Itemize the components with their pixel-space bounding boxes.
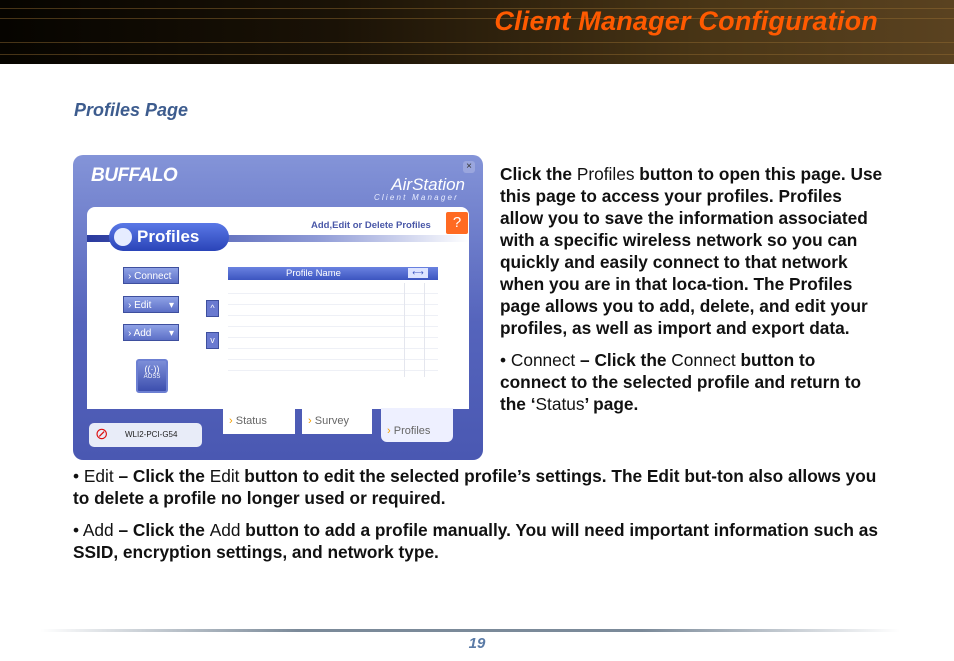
adapter-name: WLI2-PCI-G54: [125, 430, 178, 439]
edit-label: Edit: [134, 300, 152, 311]
bullet-name: Add: [82, 520, 114, 540]
chevron-right-icon: ›: [128, 271, 132, 282]
profile-name-header: Profile Name: [286, 268, 341, 279]
bullet-dash: –: [113, 466, 133, 486]
text-run: Click the: [132, 520, 210, 540]
text-run: Profiles: [576, 164, 635, 184]
chevron-right-icon: ›: [128, 300, 132, 311]
profiles-panel: Profiles Add,Edit or Delete Profiles ? ›…: [87, 207, 469, 409]
bullet-name: Edit: [83, 466, 114, 486]
add-bullet: • Add – Click the Add button to add a pr…: [73, 519, 883, 563]
list-header: Profile Name ⟷: [228, 267, 438, 280]
bullet-marker: •: [73, 520, 83, 540]
move-down-button[interactable]: v: [206, 332, 219, 349]
tab-label: Status: [235, 415, 267, 427]
edit-bullet: • Edit – Click the Edit button to edit t…: [73, 465, 883, 509]
key-icon[interactable]: ⟷: [408, 268, 428, 278]
header-stripe: [0, 54, 954, 55]
airstation-logo: AirStation: [391, 175, 465, 194]
edit-button[interactable]: › Edit ▾: [123, 296, 179, 313]
add-label: Add: [133, 328, 152, 339]
chevron-right-icon: ›: [128, 328, 132, 339]
hint-text: Add,Edit or Delete Profiles: [311, 220, 431, 231]
add-button[interactable]: › Add ▾: [123, 324, 179, 341]
text-run: Click the: [500, 164, 577, 184]
tab-label: Profiles: [393, 425, 431, 437]
bullet-marker: •: [73, 466, 84, 486]
page-title: Client Manager Configuration: [494, 6, 878, 36]
button-name: Add: [209, 520, 241, 540]
tab-label: Survey: [314, 415, 349, 427]
tab-profiles[interactable]: › Profiles: [381, 408, 453, 442]
client-manager-label: Client Manager: [373, 193, 459, 202]
header-bar: Client Manager Configuration: [0, 0, 954, 64]
text-run: Click the: [594, 350, 672, 370]
chevron-right-icon: ›: [229, 415, 233, 427]
header-stripe: [0, 42, 954, 43]
column-divider: [404, 283, 405, 377]
help-button[interactable]: ?: [446, 212, 468, 234]
list-rows[interactable]: [228, 283, 438, 377]
close-icon[interactable]: ×: [463, 161, 475, 173]
bullet-icon: [114, 228, 132, 246]
aoss-button[interactable]: ((·)) AOSS: [136, 359, 168, 393]
profiles-title-pill: Profiles: [109, 223, 229, 251]
connect-bullet: • Connect – Click the Connect button to …: [500, 349, 885, 415]
connect-button[interactable]: › Connect: [123, 267, 179, 284]
adapter-selector[interactable]: ⊘ WLI2-PCI-G54: [89, 423, 202, 447]
edit-add-descriptions: • Edit – Click the Edit button to edit t…: [73, 465, 883, 563]
move-up-button[interactable]: ^: [206, 300, 219, 317]
tab-survey[interactable]: › Survey: [302, 408, 372, 434]
button-name: Edit: [209, 466, 240, 486]
column-divider: [424, 283, 425, 377]
bullet-dash: –: [113, 520, 133, 540]
buffalo-logo: BUFFALO: [91, 165, 178, 186]
bullet-name: Connect: [510, 350, 576, 370]
aoss-label: AOSS: [143, 374, 161, 380]
footer-divider: [40, 629, 900, 632]
profiles-paragraph: Click the Profiles button to open this p…: [500, 163, 885, 339]
profiles-description: Click the Profiles button to open this p…: [500, 163, 885, 415]
text-run: Click the: [132, 466, 210, 486]
text-run: button to open this page. Use this page …: [500, 164, 883, 338]
no-signal-icon: ⊘: [95, 426, 109, 443]
bullet-dash: –: [575, 350, 595, 370]
button-name: Connect: [671, 350, 736, 370]
status-name: Status: [535, 394, 585, 414]
page-number: 19: [468, 635, 486, 652]
connect-label: Connect: [134, 271, 172, 282]
section-heading: Profiles Page: [74, 100, 189, 120]
profiles-title: Profiles: [137, 227, 200, 246]
dropdown-icon: ▾: [168, 300, 174, 311]
chevron-right-icon: ›: [387, 425, 391, 437]
wireless-icon: ((·)): [144, 364, 160, 374]
chevron-right-icon: ›: [308, 415, 312, 427]
tab-status[interactable]: › Status: [223, 408, 295, 434]
profile-list[interactable]: Profile Name ⟷: [228, 267, 438, 379]
dropdown-icon: ▾: [168, 328, 174, 339]
bullet-marker: •: [500, 350, 511, 370]
app-screenshot: BUFFALO AirStation Client Manager × Prof…: [73, 155, 483, 460]
text-run: ’ page.: [584, 394, 639, 414]
